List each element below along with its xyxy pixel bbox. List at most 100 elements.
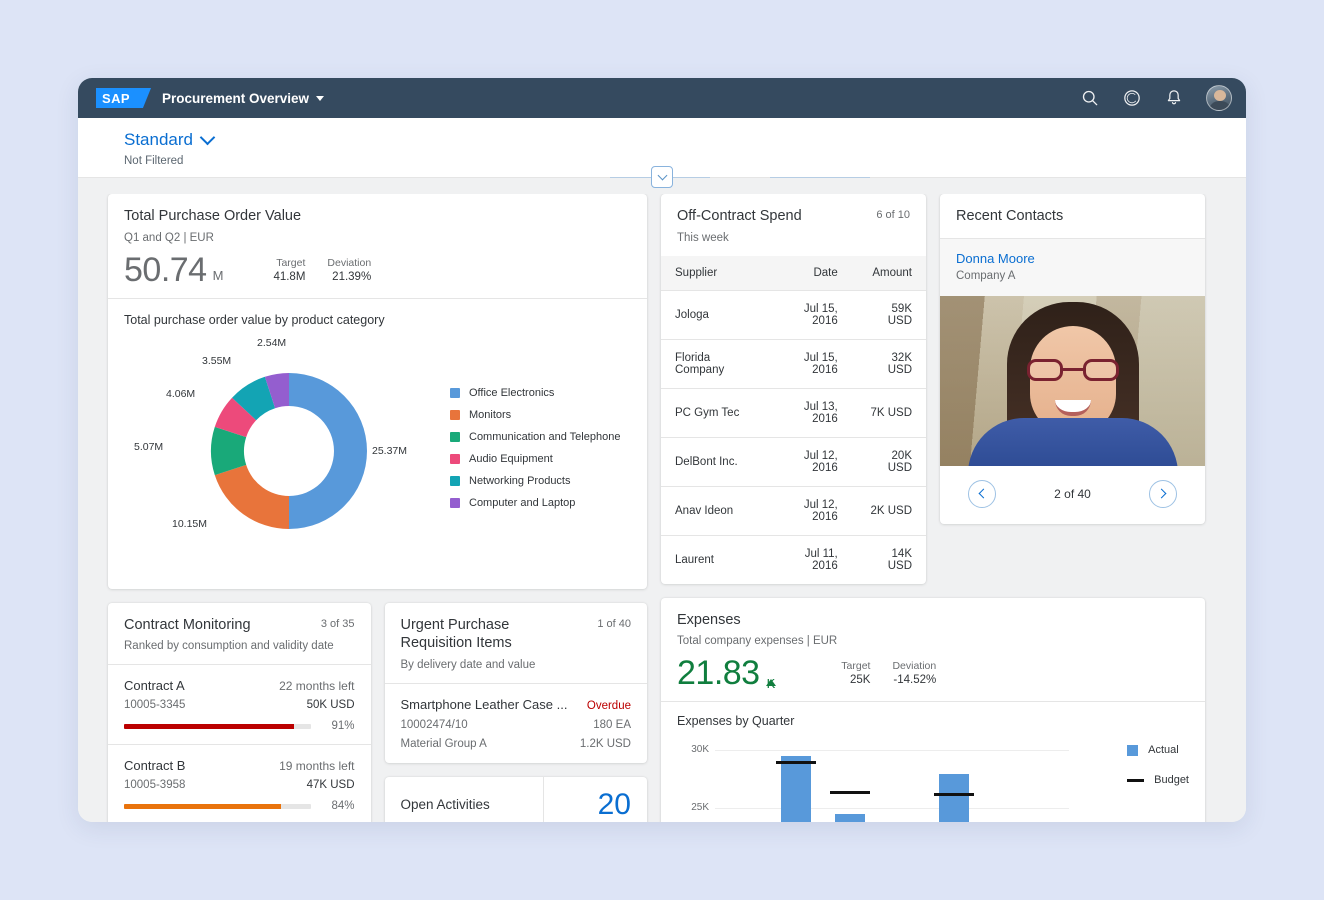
list-item-row: Material Group A 1.2K USD — [401, 738, 632, 750]
legend-item[interactable]: Office Electronics — [450, 387, 620, 399]
kpi-value: 50.74 — [124, 254, 207, 286]
card-title: Off-Contract Spend — [677, 207, 910, 226]
requisition-name: Smartphone Leather Case ... — [401, 697, 568, 712]
chevron-right-icon — [1156, 489, 1166, 499]
kpi-target-value: 25K — [841, 674, 870, 686]
cell-supplier: Laurent — [661, 535, 769, 584]
table-row[interactable]: Florida Company Jul 15, 2016 32K USD — [661, 339, 926, 388]
next-contact-button[interactable] — [1149, 480, 1177, 508]
donut-slices — [211, 373, 367, 529]
card-expenses[interactable]: Expenses Total company expenses | EUR 21… — [661, 598, 1205, 822]
divider-line-right — [770, 177, 870, 178]
ytick-30k: 30K — [677, 744, 709, 755]
app-window: SAP Procurement Overview — [78, 78, 1246, 822]
contact-pager: 2 of 40 — [940, 466, 1205, 524]
legend-item[interactable]: Communication and Telephone — [450, 431, 620, 443]
bell-icon[interactable] — [1164, 88, 1184, 108]
requisition-value: 1.2K USD — [580, 738, 631, 750]
contact-name-link[interactable]: Donna Moore — [956, 251, 1189, 266]
bar-actual-q3[interactable] — [835, 814, 865, 822]
progress-percent: 91% — [321, 720, 355, 732]
table-row[interactable]: Anav Ideon Jul 12, 2016 2K USD — [661, 486, 926, 535]
lens-bridge — [1063, 368, 1083, 371]
card-open-activities[interactable]: Open Activities 20 — [385, 777, 648, 822]
avatar[interactable] — [1206, 85, 1232, 111]
card-grid: Total Purchase Order Value Q1 and Q2 | E… — [108, 194, 1226, 822]
cell-date: Jul 11, 2016 — [769, 535, 852, 584]
list-item[interactable]: Contract B 19 months left 10005-3958 47K… — [108, 745, 371, 822]
contract-months: 22 months left — [279, 679, 354, 693]
progress-row: 91% — [124, 720, 355, 732]
donut-legend: Office Electronics Monitors Communicatio… — [450, 387, 620, 509]
kpi-deviation: Deviation 21.39% — [327, 257, 371, 283]
card-title: Recent Contacts — [956, 207, 1189, 226]
list-item-row: Contract B 19 months left — [124, 758, 355, 773]
expenses-bar-chart[interactable]: Expenses by Quarter 30K 25K 20K — [661, 702, 1205, 822]
search-icon[interactable] — [1080, 88, 1100, 108]
card-off-contract-spend[interactable]: Off-Contract Spend 6 of 10 This week Sup… — [661, 194, 926, 584]
progress-bar — [124, 724, 311, 729]
list-item-row: 10005-3958 47K USD — [124, 779, 355, 791]
legend-item[interactable]: Computer and Laptop — [450, 497, 620, 509]
kpi-row: 50.74 M Target 41.8M Deviation — [124, 254, 631, 286]
bar-actual-q4[interactable] — [939, 774, 969, 822]
kpi-target-label: Target — [841, 660, 870, 672]
budget-marker-q4 — [934, 793, 974, 796]
list-item[interactable]: Smartphone Leather Case ... Overdue 1000… — [385, 684, 648, 763]
gridline-30k — [715, 750, 1069, 751]
legend-swatch — [450, 454, 460, 464]
legend-item[interactable]: Audio Equipment — [450, 453, 620, 465]
pager-text: 2 of 40 — [1054, 487, 1091, 501]
contact-company: Company A — [956, 270, 1189, 282]
card-total-purchase-order-value[interactable]: Total Purchase Order Value Q1 and Q2 | E… — [108, 194, 647, 589]
legend-item[interactable]: Networking Products — [450, 475, 620, 487]
column-header-amount[interactable]: Amount — [852, 256, 926, 291]
contract-months: 19 months left — [279, 759, 354, 773]
filter-collapse-area — [78, 166, 1246, 188]
contact-summary: Donna Moore Company A — [940, 239, 1205, 296]
bar-legend: Actual Budget — [1127, 744, 1189, 786]
legend-label: Audio Equipment — [469, 453, 553, 465]
card-contract-monitoring[interactable]: Contract Monitoring 3 of 35 Ranked by co… — [108, 603, 371, 822]
legend-item[interactable]: Monitors — [450, 409, 620, 421]
kpi-meta: Target 25K Deviation -14.52% — [841, 660, 936, 686]
card-subtitle: Ranked by consumption and validity date — [124, 640, 355, 652]
budget-marker-q2 — [776, 761, 816, 764]
kpi-row: 21.83 K Target 25K Deviation — [677, 657, 1189, 689]
kpi-deviation-label: Deviation — [327, 257, 371, 269]
list-item[interactable]: Contract A 22 months left 10005-3345 50K… — [108, 665, 371, 745]
list-item-row: Smartphone Leather Case ... Overdue — [401, 697, 632, 712]
card-count: 6 of 10 — [876, 209, 910, 221]
variant-selector[interactable]: Standard — [124, 130, 1246, 150]
gridline-25k — [715, 808, 1069, 809]
card-recent-contacts[interactable]: Recent Contacts Donna Moore Company A — [940, 194, 1205, 524]
previous-contact-button[interactable] — [968, 480, 996, 508]
card-header: Contract Monitoring 3 of 35 Ranked by co… — [108, 603, 371, 665]
donut-and-legend: 25.37M 10.15M 5.07M 4.06M 3.55M 2.54M — [124, 333, 631, 563]
progress-percent: 84% — [321, 800, 355, 812]
legend-item[interactable]: Actual — [1127, 744, 1189, 756]
table-header-row: Supplier Date Amount — [661, 256, 926, 291]
page-content: Total Purchase Order Value Q1 and Q2 | E… — [78, 194, 1246, 822]
card-urgent-purchase-requisition-items[interactable]: Urgent Purchase Requisition Items 1 of 4… — [385, 603, 648, 763]
card-title: Total Purchase Order Value — [124, 207, 631, 226]
legend-swatch — [450, 410, 460, 420]
legend-item[interactable]: Budget — [1127, 774, 1189, 786]
filter-collapse-button[interactable] — [651, 166, 673, 188]
filter-bar: Standard Not Filtered — [78, 118, 1246, 178]
donut-chart[interactable]: 25.37M 10.15M 5.07M 4.06M 3.55M 2.54M — [124, 333, 444, 563]
column-header-date[interactable]: Date — [769, 256, 852, 291]
table-row[interactable]: DelBont Inc. Jul 12, 2016 20K USD — [661, 437, 926, 486]
card-subtitle: By delivery date and value — [401, 659, 632, 671]
copilot-icon[interactable] — [1122, 88, 1142, 108]
legend-label: Actual — [1148, 744, 1179, 756]
donut-label-communication: 5.07M — [134, 441, 163, 453]
open-activities-row: Open Activities 20 — [385, 777, 648, 822]
table-row[interactable]: Jologa Jul 15, 2016 59K USD — [661, 290, 926, 339]
bar-actual-q2[interactable] — [781, 756, 811, 822]
column-header-supplier[interactable]: Supplier — [661, 256, 769, 291]
table-row[interactable]: PC Gym Tec Jul 13, 2016 7K USD — [661, 388, 926, 437]
kpi-deviation-value: 21.39% — [327, 271, 371, 283]
table-row[interactable]: Laurent Jul 11, 2016 14K USD — [661, 535, 926, 584]
app-title-menu[interactable]: Procurement Overview — [162, 91, 324, 106]
